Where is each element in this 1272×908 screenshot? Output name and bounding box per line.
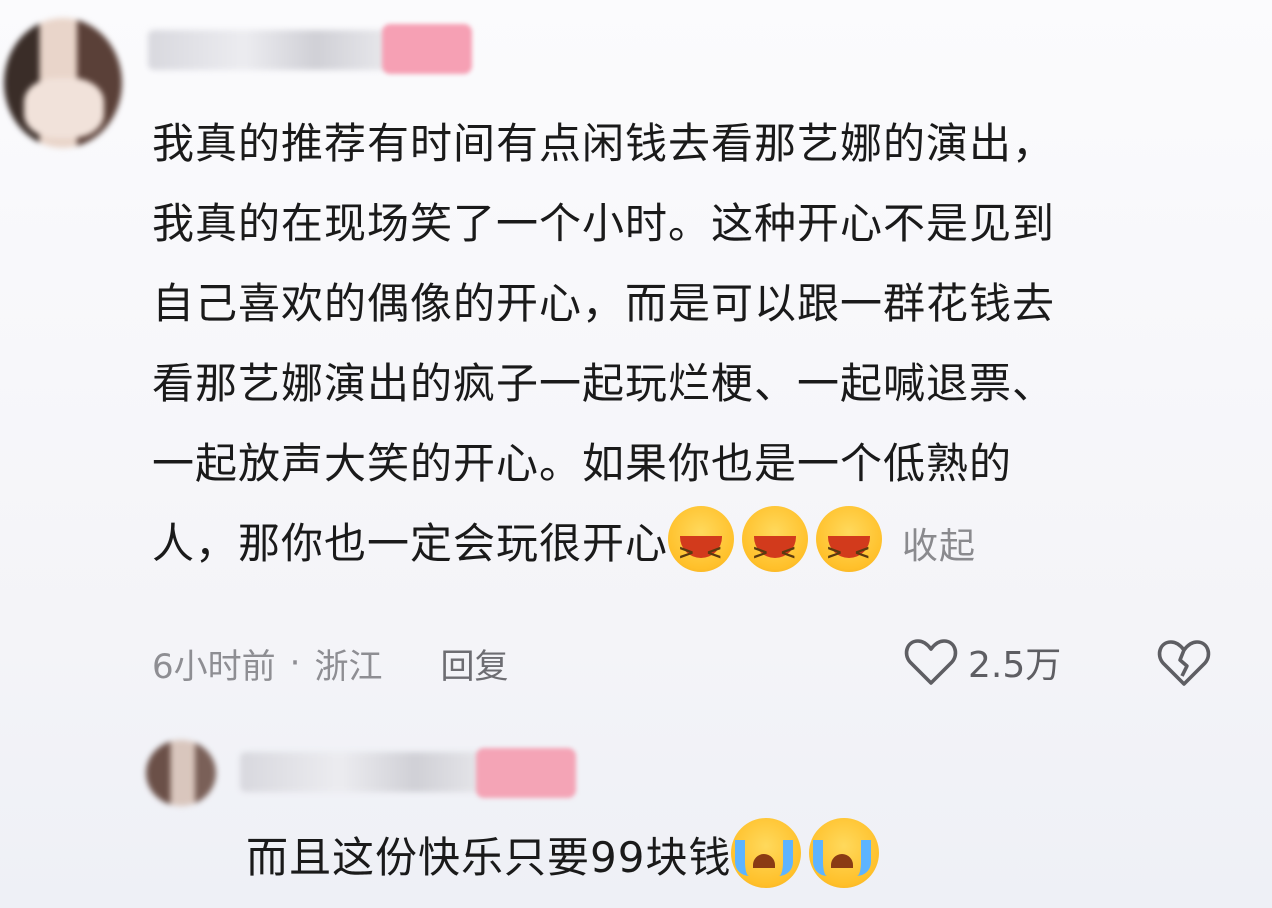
commenter-name-blurred[interactable]	[148, 30, 388, 70]
like-button[interactable]: 2.5万	[904, 632, 1061, 692]
comment-line: 我真的推荐有时间有点闲钱去看那艺娜的演出，	[152, 119, 1056, 168]
laugh-cry-emoji	[668, 506, 735, 592]
comment-line: 我真的在现场笑了一个小时。这种开心不是见到	[152, 199, 1056, 248]
comment-time: 6小时前	[152, 646, 276, 687]
heart-outline-icon	[904, 639, 958, 685]
commenter-avatar[interactable]	[4, 18, 122, 148]
reply-body: 而且这份快乐只要99块钱	[246, 818, 887, 888]
meta-separator: ·	[289, 643, 301, 683]
commenter-badge-blurred	[382, 24, 472, 74]
laugh-cry-emoji	[742, 506, 809, 592]
like-count: 2.5万	[968, 645, 1062, 686]
comment-meta: 6小时前 · 浙江 回复	[152, 638, 508, 688]
replier-badge-blurred	[476, 748, 576, 798]
comment-body: 我真的推荐有时间有点闲钱去看那艺娜的演出， 我真的在现场笑了一个小时。这种开心不…	[152, 104, 1232, 592]
comment-line: 看那艺娜演出的疯子一起玩烂梗、一起喊退票、	[152, 359, 1056, 408]
reply-button[interactable]: 回复	[440, 639, 508, 688]
sob-emoji	[809, 818, 880, 888]
laugh-cry-emoji	[816, 506, 883, 592]
reply-text: 而且这份快乐只要99块钱	[246, 833, 732, 882]
comment-line: 自己喜欢的偶像的开心，而是可以跟一群花钱去	[152, 279, 1056, 328]
collapse-button[interactable]: 收起	[902, 526, 976, 567]
comment-line: 一起放声大笑的开心。如果你也是一个低熟的	[152, 439, 1013, 488]
comment-line: 人，那你也一定会玩很开心	[152, 519, 669, 568]
dislike-button[interactable]	[1156, 636, 1212, 692]
comment-location: 浙江	[314, 646, 383, 687]
comment-last-line: 人，那你也一定会玩很开心 收起	[152, 504, 1232, 592]
replier-name-blurred[interactable]	[240, 752, 490, 792]
replier-avatar[interactable]	[146, 740, 216, 806]
sob-emoji	[731, 818, 802, 888]
broken-heart-icon	[1157, 640, 1211, 686]
